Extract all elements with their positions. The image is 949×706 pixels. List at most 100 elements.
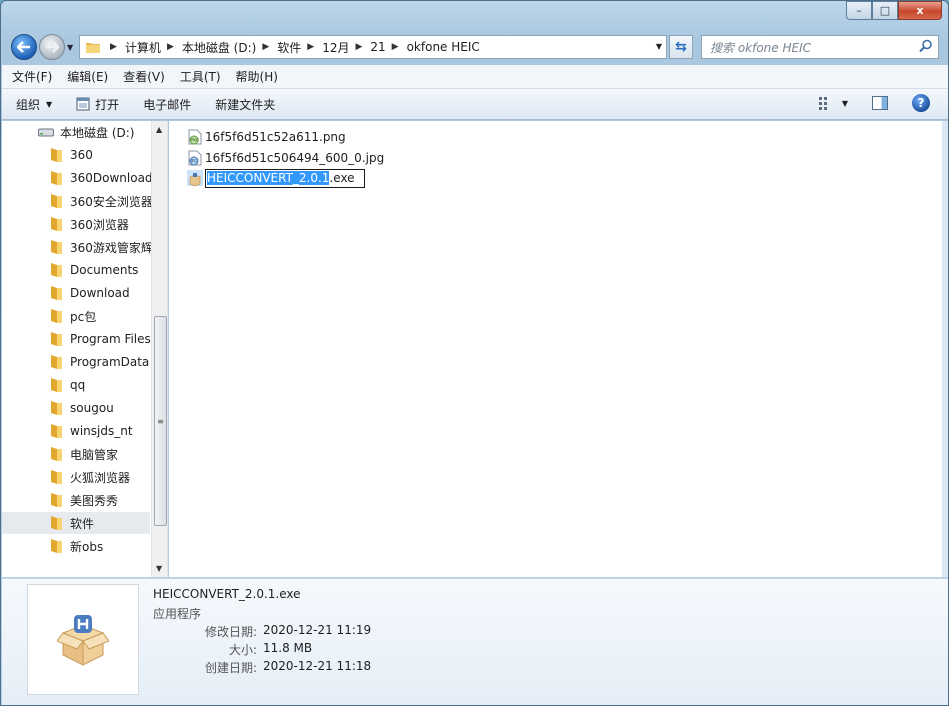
file-item-png[interactable]: PNG 16f5f6d51c52a611.png bbox=[187, 127, 346, 147]
svg-text:JPG: JPG bbox=[190, 159, 198, 164]
email-button[interactable]: 电子邮件 bbox=[143, 96, 191, 113]
tree-item-winsjds-nt[interactable]: winsjds_nt bbox=[2, 420, 150, 442]
change-view-icon[interactable] bbox=[818, 95, 836, 111]
minimize-button[interactable]: – bbox=[846, 1, 872, 20]
folder-icon bbox=[51, 332, 62, 346]
tree-item-meitu[interactable]: 美图秀秀 bbox=[2, 489, 150, 511]
help-icon[interactable]: ? bbox=[912, 94, 930, 112]
file-item-exe-renaming[interactable]: HEICCONVERT_2.0.1 .exe bbox=[187, 168, 365, 188]
search-input[interactable]: 搜索 okfone HEIC bbox=[701, 35, 939, 59]
tree-item-360download[interactable]: 360Download bbox=[2, 167, 153, 189]
rename-extension: .exe bbox=[329, 171, 355, 185]
email-label: 电子邮件 bbox=[143, 97, 192, 112]
file-name: 16f5f6d51c52a611.png bbox=[205, 130, 346, 144]
details-pane: HEICCONVERT_2.0.1.exe 应用程序 修改日期: 2020-12… bbox=[2, 578, 948, 705]
modified-value: 2020-12-21 11:19 bbox=[263, 623, 372, 637]
forward-button[interactable] bbox=[39, 34, 65, 60]
breadcrumb-computer[interactable]: 计算机 ▶ bbox=[125, 39, 182, 56]
tree-item-360[interactable]: 360 bbox=[2, 144, 150, 166]
tree-item-program-files[interactable]: Program Files bbox=[2, 328, 151, 350]
address-dropdown[interactable]: ▼ bbox=[656, 42, 662, 51]
jpg-file-icon: JPG bbox=[188, 150, 202, 166]
open-icon bbox=[76, 97, 90, 111]
refresh-icon: ⇆ bbox=[675, 39, 687, 55]
installer-box-icon bbox=[57, 614, 109, 666]
back-button[interactable] bbox=[11, 34, 37, 60]
refresh-button[interactable]: ⇆ bbox=[669, 35, 693, 59]
breadcrumb-december[interactable]: 12月 ▶ bbox=[322, 39, 370, 56]
menu-view[interactable]: 查看(V) bbox=[123, 68, 165, 85]
scrollbar-thumb[interactable]: ≡ bbox=[154, 316, 167, 526]
new-folder-label: 新建文件夹 bbox=[215, 97, 276, 112]
tree-item-pc-bag[interactable]: pc包 bbox=[2, 305, 150, 327]
folder-icon bbox=[86, 42, 100, 53]
tree-label: Documents bbox=[70, 263, 139, 277]
tree-item-programdata[interactable]: ProgramData bbox=[2, 351, 150, 373]
folder-icon bbox=[51, 263, 62, 277]
folder-icon bbox=[51, 309, 62, 323]
tree-item-360-secure-browser[interactable]: 360安全浏览器 bbox=[2, 190, 153, 212]
new-folder-button[interactable]: 新建文件夹 bbox=[215, 96, 275, 113]
tree-item-new-obs[interactable]: 新obs bbox=[2, 535, 150, 557]
menu-file[interactable]: 文件(F) bbox=[12, 68, 52, 85]
tree-item-firefox[interactable]: 火狐浏览器 bbox=[2, 466, 150, 488]
details-file-name: HEICCONVERT_2.0.1.exe bbox=[153, 587, 301, 601]
modified-label: 修改日期: bbox=[204, 625, 257, 639]
menu-edit[interactable]: 编辑(E) bbox=[67, 68, 108, 85]
tree-item-qq[interactable]: qq bbox=[2, 374, 150, 396]
file-item-jpg[interactable]: JPG 16f5f6d51c506494_600_0.jpg bbox=[187, 148, 384, 168]
drive-icon bbox=[38, 128, 54, 137]
tree-item-software[interactable]: 软件 bbox=[2, 512, 150, 534]
rename-input[interactable]: HEICCONVERT_2.0.1 .exe bbox=[205, 168, 365, 188]
close-button[interactable]: x bbox=[898, 1, 942, 20]
tree-label: 360安全浏览器 bbox=[70, 194, 153, 209]
tree-item-360-game[interactable]: 360游戏管家辉 bbox=[2, 236, 153, 258]
folder-icon bbox=[51, 240, 62, 254]
command-bar: 组织 ▼ 打开 电子邮件 新建文件夹 ▼ ? bbox=[2, 89, 948, 120]
breadcrumb-day[interactable]: 21 ▶ bbox=[370, 40, 406, 54]
menu-tools[interactable]: 工具(T) bbox=[180, 68, 221, 85]
tree-label: qq bbox=[70, 378, 86, 392]
tree-label: 电脑管家 bbox=[70, 447, 119, 462]
tree-label: 360Download bbox=[70, 171, 153, 185]
tree-label: 新obs bbox=[70, 539, 104, 554]
tree-label: 360游戏管家辉 bbox=[70, 240, 153, 255]
tree-item-drive[interactable]: 本地磁盘 (D:) bbox=[2, 121, 150, 143]
chevron-down-icon: ▼ bbox=[46, 99, 53, 109]
breadcrumb-start[interactable]: ▶ bbox=[104, 42, 125, 52]
caption-buttons: – □ x bbox=[846, 1, 942, 20]
details-created-row: 创建日期: 2020-12-21 11:18 bbox=[122, 659, 382, 676]
menu-help[interactable]: 帮助(H) bbox=[236, 68, 278, 85]
file-name: 16f5f6d51c506494_600_0.jpg bbox=[205, 151, 385, 165]
size-label: 大小: bbox=[228, 643, 257, 657]
organize-button[interactable]: 组织 ▼ bbox=[16, 96, 52, 113]
navigation-pane: 本地磁盘 (D:) 360 360Download 360安全浏览器 360浏览… bbox=[2, 121, 168, 577]
tree-label: Program Files bbox=[70, 332, 151, 346]
tree-item-360-browser[interactable]: 360浏览器 bbox=[2, 213, 150, 235]
folder-icon bbox=[51, 493, 62, 507]
maximize-button[interactable]: □ bbox=[872, 1, 898, 20]
back-arrow-icon bbox=[17, 41, 30, 53]
folder-icon bbox=[51, 401, 62, 415]
tree-item-documents[interactable]: Documents bbox=[2, 259, 150, 281]
address-bar[interactable]: ▶ 计算机 ▶ 本地磁盘 (D:) ▶ 软件 ▶ 12月 ▶ 21 ▶ okfone HE… bbox=[79, 35, 667, 59]
file-list: PNG 16f5f6d51c52a611.png JPG 16f5f6d51c5… bbox=[169, 121, 942, 577]
folder-icon bbox=[51, 355, 62, 369]
tree-item-pc-manager[interactable]: 电脑管家 bbox=[2, 443, 150, 465]
scroll-up-icon[interactable]: ▲ bbox=[156, 125, 162, 134]
recent-pages-dropdown[interactable]: ▼ bbox=[67, 43, 73, 52]
breadcrumb-software[interactable]: 软件 ▶ bbox=[277, 39, 322, 56]
folder-icon bbox=[51, 470, 62, 484]
open-button[interactable]: 打开 bbox=[76, 96, 119, 113]
breadcrumb-current[interactable]: okfone HEIC bbox=[407, 40, 480, 54]
scroll-down-icon[interactable]: ▼ bbox=[156, 564, 162, 573]
menu-bar: 文件(F) 编辑(E) 查看(V) 工具(T) 帮助(H) bbox=[2, 65, 948, 89]
tree-item-download[interactable]: Download bbox=[2, 282, 150, 304]
preview-pane-icon[interactable] bbox=[872, 96, 888, 110]
tree-item-sougou[interactable]: sougou bbox=[2, 397, 150, 419]
breadcrumb-drive[interactable]: 本地磁盘 (D:) ▶ bbox=[182, 39, 277, 56]
view-dropdown-icon[interactable]: ▼ bbox=[842, 99, 848, 108]
search-icon[interactable] bbox=[919, 39, 933, 53]
tree-scrollbar[interactable]: ▲ ≡ ▼ bbox=[151, 121, 167, 577]
tree-label: winsjds_nt bbox=[70, 424, 133, 438]
